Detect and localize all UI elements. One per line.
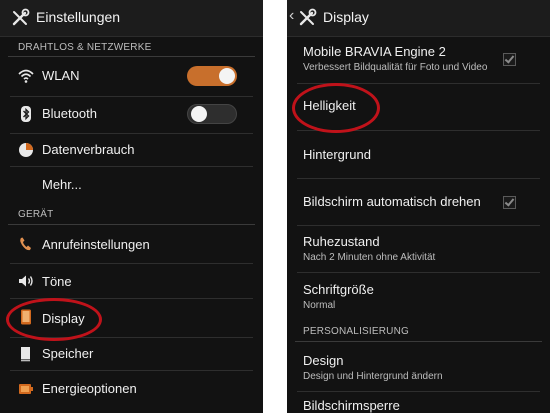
phone-icon (20, 237, 31, 251)
settings-item-subtitle: Normal (303, 300, 336, 311)
settings-item-subtitle: Nach 2 Minuten ohne Aktivität (303, 252, 436, 263)
section-header-personalisierung: PERSONALISIERUNG (303, 326, 410, 337)
settings-item-autorotate[interactable]: Bildschirm automatisch drehen (287, 179, 550, 225)
bluetooth-icon (21, 106, 31, 122)
settings-item-label: Display (42, 311, 85, 326)
settings-item-label: Bildschirmsperre (303, 398, 400, 413)
wlan-toggle[interactable] (187, 66, 237, 86)
display-settings-screen: ‹ Display Mobile BRAVIA Engine 2 Verbess… (287, 0, 550, 413)
bluetooth-toggle[interactable] (187, 104, 237, 124)
storage-icon (21, 347, 30, 362)
settings-item-subtitle: Design und Hintergrund ändern (303, 371, 443, 382)
settings-item-label: Design (303, 353, 344, 368)
settings-item-label: Helligkeit (303, 98, 356, 113)
settings-item-toene[interactable]: Töne (0, 264, 263, 298)
toggle-knob (191, 106, 207, 122)
page-title: Einstellungen (36, 9, 121, 25)
settings-item-label: Ruhezustand (303, 234, 380, 249)
settings-item-bildschirmsperre[interactable]: Bildschirmsperre (287, 392, 550, 413)
settings-item-display[interactable]: Display (0, 299, 263, 337)
toggle-knob (219, 68, 235, 84)
action-bar: ‹ Display (287, 0, 550, 37)
settings-item-datenverbrauch[interactable]: Datenverbrauch (0, 134, 263, 166)
settings-item-label: Töne (42, 274, 72, 289)
settings-item-anrufeinstellungen[interactable]: Anrufeinstellungen (0, 225, 263, 263)
settings-item-subtitle: Verbessert Bildqualität für Foto und Vid… (303, 62, 488, 73)
settings-item-label: Bluetooth (42, 106, 97, 121)
bravia-checkbox[interactable] (503, 53, 516, 66)
settings-item-label: WLAN (42, 68, 80, 83)
speaker-icon (19, 275, 33, 287)
data-usage-icon (19, 143, 33, 157)
action-bar: Einstellungen (0, 0, 263, 37)
section-header-device: GERÄT (18, 209, 54, 220)
settings-item-label: Mobile BRAVIA Engine 2 (303, 44, 446, 59)
settings-item-label: Anrufeinstellungen (42, 237, 150, 252)
wifi-icon (18, 69, 34, 83)
settings-item-label: Datenverbrauch (42, 142, 135, 157)
display-icon (21, 309, 31, 325)
page-title: Display (323, 9, 369, 25)
settings-item-energieoptionen[interactable]: Energieoptionen (0, 371, 263, 407)
settings-item-label: Hintergrund (303, 147, 371, 162)
wrench-screwdriver-icon (12, 8, 30, 26)
settings-item-hintergrund[interactable]: Hintergrund (287, 131, 550, 178)
battery-icon (19, 384, 33, 394)
wrench-screwdriver-icon (299, 8, 317, 26)
settings-item-label: Speicher (42, 346, 94, 361)
settings-item-schriftgroesse[interactable]: Schriftgröße Normal (287, 273, 550, 319)
settings-item-mehr[interactable]: Mehr... (0, 167, 263, 201)
settings-screen: Einstellungen DRAHTLOS & NETZWERKE WLAN … (0, 0, 263, 413)
settings-item-label: Schriftgröße (303, 282, 374, 297)
settings-item-label: Mehr... (42, 177, 82, 192)
section-header-wireless: DRAHTLOS & NETZWERKE (18, 42, 152, 53)
back-chevron-icon[interactable]: ‹ (289, 7, 294, 25)
settings-item-design[interactable]: Design Design und Hintergrund ändern (287, 342, 550, 390)
settings-item-label: Energieoptionen (42, 381, 137, 396)
settings-item-ruhezustand[interactable]: Ruhezustand Nach 2 Minuten ohne Aktivitä… (287, 226, 550, 272)
settings-item-wlan[interactable]: WLAN (0, 57, 263, 95)
settings-item-speicher[interactable]: Speicher (0, 338, 263, 370)
settings-item-label: Bildschirm automatisch drehen (303, 194, 481, 209)
settings-item-bluetooth[interactable]: Bluetooth (0, 97, 263, 133)
settings-item-helligkeit[interactable]: Helligkeit (287, 84, 550, 130)
autorotate-checkbox[interactable] (503, 196, 516, 209)
settings-item-bravia[interactable]: Mobile BRAVIA Engine 2 Verbessert Bildqu… (287, 37, 550, 83)
